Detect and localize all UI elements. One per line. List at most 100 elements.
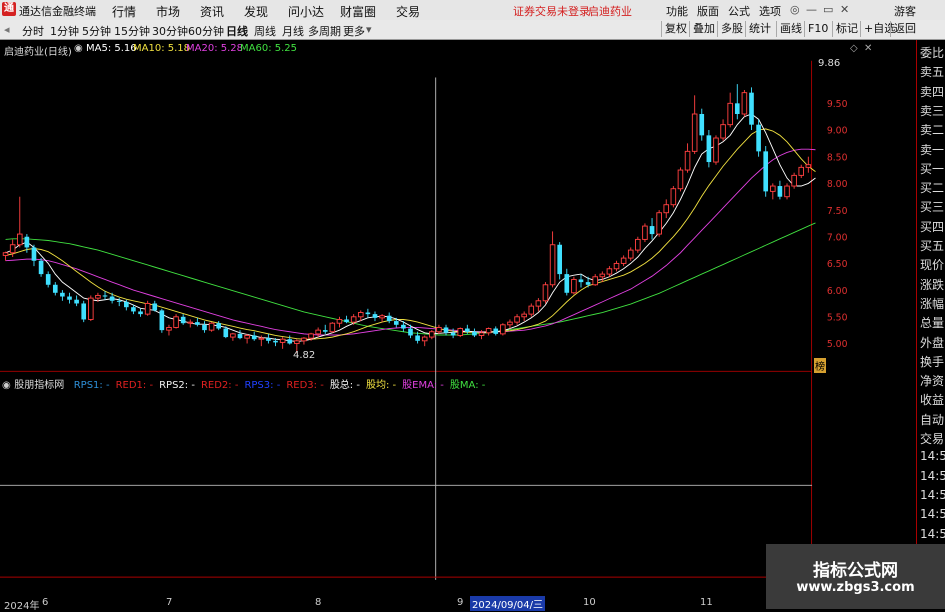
candle[interactable] [713,135,719,165]
candle[interactable] [734,84,740,120]
right-panel-item[interactable]: 收益 [920,391,945,409]
candle[interactable] [457,327,464,338]
right-panel-item[interactable]: 委比 [920,44,945,61]
candle[interactable] [777,180,783,200]
candle[interactable] [187,319,194,328]
candle[interactable] [202,321,207,333]
btn-biaoji[interactable]: 标记 [832,21,861,37]
candle[interactable] [472,328,477,338]
candle[interactable] [180,314,186,325]
candle[interactable] [727,92,733,128]
btn-diejia[interactable]: 叠加 [689,21,718,37]
candle[interactable] [706,130,712,168]
candle[interactable] [38,258,44,277]
right-panel-item[interactable]: 外盘 [920,333,945,351]
candle[interactable] [542,282,549,304]
candle[interactable] [592,274,598,286]
right-panel-item[interactable]: 卖四 [920,82,945,100]
close-panel-icon[interactable]: ✕ [864,43,872,54]
right-panel-item[interactable]: 现价 [920,256,945,274]
candle[interactable] [485,327,492,336]
candle[interactable] [741,89,748,117]
right-panel-item[interactable]: 买一 [920,159,945,177]
period-monthly[interactable]: 月线 [282,23,304,39]
candle[interactable] [138,308,143,317]
candle[interactable] [88,295,94,322]
candle[interactable] [301,337,307,345]
right-panel-item[interactable]: 卖三 [920,101,945,119]
candle[interactable] [720,119,726,141]
candle[interactable] [208,322,215,332]
right-panel-item[interactable]: 卖五 [920,63,945,81]
candle[interactable] [166,324,172,336]
period-60min[interactable]: 60分钟 [188,23,224,39]
menu-shichang[interactable]: 市场 [156,3,180,20]
candle[interactable] [763,146,769,197]
candle[interactable] [521,311,527,322]
candle[interactable] [528,303,535,317]
period-multi[interactable]: 多周期 [308,23,341,39]
candle[interactable] [152,300,158,312]
candle[interactable] [195,317,200,327]
minimize-icon[interactable]: — [806,3,817,16]
btn-back[interactable]: 返回 [890,21,919,37]
right-panel-item[interactable]: 14:56 [920,468,945,483]
diamond-icon[interactable]: ◇ [850,43,858,54]
rank-badge[interactable]: 榜 [814,358,826,373]
candle[interactable] [436,324,442,334]
candle[interactable] [244,333,250,344]
candle[interactable] [279,337,286,349]
candle[interactable] [635,236,641,253]
candle[interactable] [230,332,236,341]
candle[interactable] [620,255,627,267]
right-panel-item[interactable]: 买四 [920,217,945,235]
menu-jiaoyi[interactable]: 交易 [396,3,420,20]
candle[interactable] [386,312,392,324]
candle[interactable] [173,314,179,329]
candle[interactable] [749,87,754,131]
candle[interactable] [443,324,449,336]
candle[interactable] [535,298,542,312]
period-15min[interactable]: 15分钟 [114,23,150,39]
right-panel-item[interactable]: 涨跌 [920,275,945,293]
candle[interactable] [770,183,776,200]
candle[interactable] [578,274,584,288]
candle[interactable] [144,300,151,316]
candle[interactable] [421,335,428,347]
candle[interactable] [379,314,385,323]
candle[interactable] [372,311,378,322]
candle[interactable] [102,291,108,300]
candle[interactable] [322,324,328,334]
candle[interactable] [649,218,655,240]
candle[interactable] [599,271,606,283]
candle[interactable] [81,300,87,323]
candle[interactable] [670,186,677,208]
period-30min[interactable]: 30分钟 [152,23,188,39]
candle[interactable] [514,314,520,325]
candle[interactable] [493,326,499,336]
period-1min[interactable]: 1分钟 [50,23,79,39]
candle[interactable] [60,290,65,301]
candle[interactable] [507,319,513,329]
menu-gongshi[interactable]: 公式 [728,3,750,19]
btn-huaxian[interactable]: 画线 [776,21,805,37]
candle[interactable] [613,260,620,272]
ma-toggle-icon[interactable]: ◉ [74,43,83,54]
restore-icon[interactable]: ▭ [823,3,833,16]
candle[interactable] [266,333,271,344]
right-panel-item[interactable]: 换手 [920,352,945,370]
right-panel-item[interactable]: 14:56 [920,507,945,522]
right-panel-item[interactable]: 涨幅 [920,294,945,312]
candle[interactable] [564,268,570,296]
candle[interactable] [549,231,556,288]
candle[interactable] [159,308,165,333]
right-panel-item[interactable]: 自动 [920,410,945,428]
expand-icon[interactable]: ◂ [4,23,10,36]
candle[interactable] [606,266,613,277]
candle[interactable] [642,223,648,243]
right-panel-item[interactable]: 买二 [920,179,945,197]
candle[interactable] [798,164,805,179]
candle[interactable] [109,292,115,304]
candle[interactable] [656,210,662,237]
menu-zixun[interactable]: 资讯 [200,3,224,20]
